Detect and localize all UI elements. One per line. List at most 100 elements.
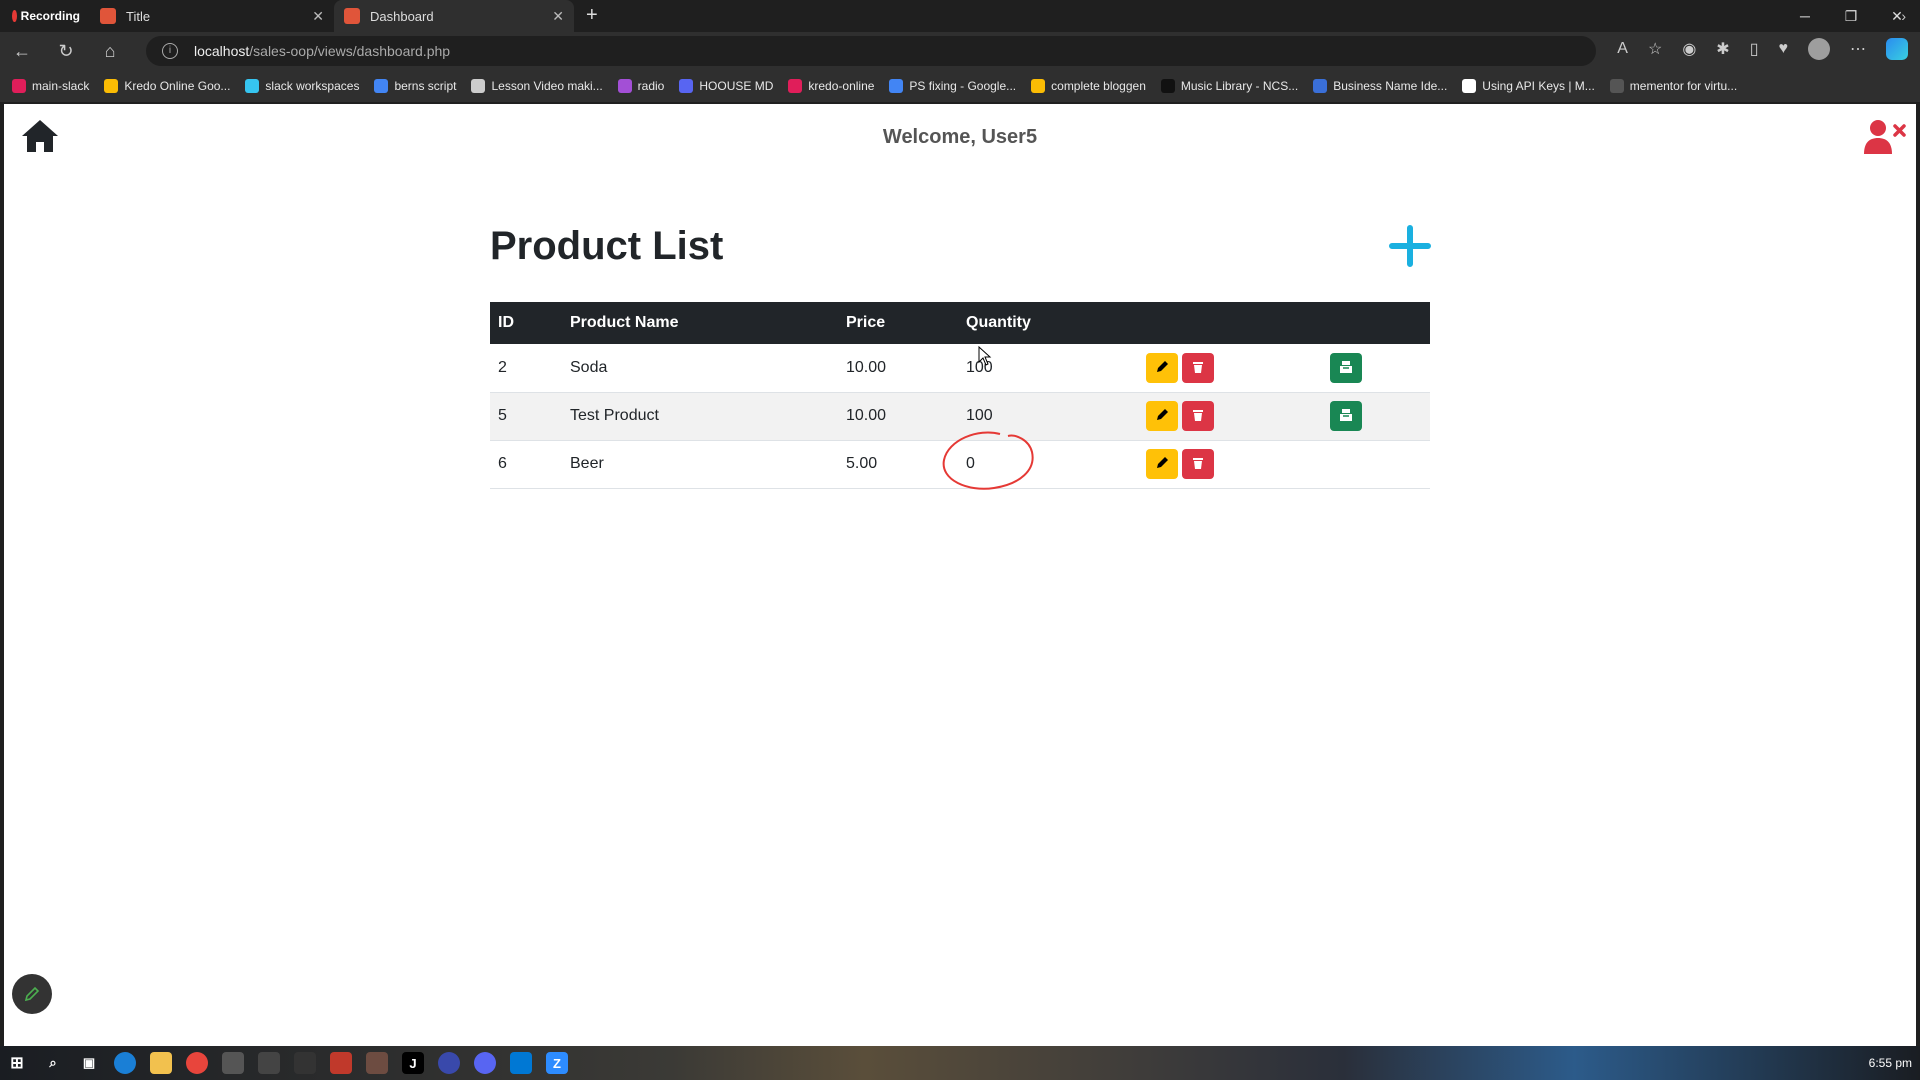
app-icon[interactable]: [438, 1052, 460, 1074]
browser-toolbar: ← ↻ ⌂ i localhost/sales-oop/views/dashbo…: [0, 32, 1920, 70]
search-icon[interactable]: ⌕: [42, 1052, 64, 1074]
jetbrains-icon[interactable]: J: [402, 1052, 424, 1074]
recording-label: Recording: [20, 9, 80, 23]
pencil-icon: [1157, 409, 1168, 420]
table-row: 2 Soda 10.00 100: [490, 344, 1430, 392]
edit-button[interactable]: [1146, 401, 1178, 431]
file-explorer-icon[interactable]: [150, 1052, 172, 1074]
close-tab-icon[interactable]: ✕: [552, 8, 564, 25]
bookmark-favicon-icon: [1313, 79, 1328, 93]
cell-product-name: Beer: [570, 455, 604, 472]
bookmark-item[interactable]: kredo-online: [788, 79, 874, 93]
bookmark-item[interactable]: Music Library - NCS...: [1160, 79, 1298, 93]
bookmark-label: mementor for virtu...: [1629, 79, 1738, 93]
tab-title[interactable]: Title ✕: [90, 0, 334, 32]
bookmark-item[interactable]: Using API Keys | M...: [1462, 79, 1595, 93]
minimize-icon[interactable]: ─: [1782, 0, 1828, 32]
pencil-icon: [1157, 360, 1168, 372]
page-title: Product List: [490, 224, 724, 268]
home-nav-icon[interactable]: ⌂: [88, 41, 132, 62]
refresh-icon[interactable]: ↻: [44, 41, 88, 62]
discord-icon[interactable]: [474, 1052, 496, 1074]
site-info-icon[interactable]: i: [162, 43, 178, 59]
vscode-icon[interactable]: [510, 1052, 532, 1074]
profile-avatar[interactable]: [1808, 38, 1830, 60]
edit-button[interactable]: [1146, 449, 1178, 479]
bookmark-favicon-icon: [471, 79, 486, 93]
bookmark-item[interactable]: PS fixing - Google...: [889, 79, 1016, 93]
address-bar[interactable]: i localhost/sales-oop/views/dashboard.ph…: [146, 36, 1596, 66]
bookmark-label: PS fixing - Google...: [909, 79, 1017, 93]
close-tab-icon[interactable]: ✕: [312, 8, 324, 25]
bookmark-item[interactable]: berns script: [374, 79, 456, 93]
bookmark-label: berns script: [394, 79, 457, 93]
recording-indicator: Recording: [0, 0, 90, 32]
bookmark-label: Using API Keys | M...: [1482, 79, 1595, 93]
bookmark-item[interactable]: radio: [617, 79, 665, 93]
cash-register-icon: [1340, 360, 1352, 373]
buy-button[interactable]: [1330, 352, 1362, 383]
user-logout-icon[interactable]: [1862, 118, 1906, 156]
read-aloud-icon[interactable]: A: [1617, 40, 1628, 58]
windows-start-icon[interactable]: ⊞: [6, 1052, 28, 1074]
cell-buy: [1322, 440, 1430, 488]
more-menu-icon[interactable]: ⋯: [1850, 39, 1866, 59]
welcome-message: Welcome, User5: [882, 126, 1038, 148]
bookmark-label: HOOUSE MD: [699, 79, 774, 93]
bookmark-favicon-icon: [1462, 79, 1477, 93]
cell-price: 10.00: [846, 358, 887, 376]
bookmark-label: kredo-online: [808, 79, 875, 93]
edge-icon[interactable]: [114, 1052, 136, 1074]
bookmark-item[interactable]: Business Name Ide...: [1313, 79, 1447, 93]
new-tab-button[interactable]: +: [574, 0, 610, 32]
cell-actions: [1138, 440, 1322, 488]
bookmark-label: complete bloggen: [1051, 79, 1146, 93]
extensions-puzzle-icon[interactable]: ✱: [1716, 39, 1729, 59]
trash-icon: [1193, 361, 1203, 373]
tab-dashboard[interactable]: Dashboard ✕: [334, 0, 574, 32]
app-icon[interactable]: [258, 1052, 280, 1074]
chrome-icon[interactable]: [186, 1052, 208, 1074]
app-icon[interactable]: [294, 1052, 316, 1074]
edit-button[interactable]: [1146, 352, 1178, 383]
add-product-icon[interactable]: [1388, 224, 1432, 268]
floating-edit-button[interactable]: [12, 974, 52, 1014]
back-icon[interactable]: ←: [0, 41, 44, 62]
close-window-icon[interactable]: ✕: [1874, 0, 1920, 32]
bookmark-item[interactable]: HOOUSE MD: [679, 79, 773, 93]
bookmark-label: Business Name Ide...: [1333, 79, 1448, 93]
bookmark-item[interactable]: slack workspaces: [245, 79, 359, 93]
delete-button[interactable]: [1182, 401, 1214, 431]
column-header-quantity: Quantity: [966, 314, 1031, 331]
table-header-row: ID Product Name Price Quantity: [490, 302, 1430, 344]
bookmark-item[interactable]: Lesson Video maki...: [471, 79, 603, 93]
restore-icon[interactable]: ❐: [1828, 0, 1874, 32]
cell-buy: [1322, 392, 1430, 440]
delete-button[interactable]: [1182, 449, 1214, 479]
bookmarks-overflow-icon[interactable]: ›: [1901, 8, 1906, 24]
bookmark-item[interactable]: Kredo Online Goo...: [104, 79, 230, 93]
column-header-actions: [1138, 302, 1322, 344]
copilot-icon[interactable]: [1886, 38, 1908, 60]
bookmark-item[interactable]: main-slack: [12, 79, 89, 93]
bookmark-item[interactable]: mementor for virtu...: [1609, 79, 1738, 93]
zoom-icon[interactable]: Z: [546, 1052, 568, 1074]
favorite-star-icon[interactable]: ☆: [1648, 39, 1662, 59]
cell-actions: [1138, 344, 1322, 392]
cell-product-name: Soda: [570, 358, 608, 376]
extension-icon[interactable]: ◉: [1682, 39, 1696, 59]
browser-essentials-icon[interactable]: ♥: [1779, 40, 1789, 58]
cell-buy: [1322, 344, 1430, 392]
bookmarks-bar: main-slack Kredo Online Goo... slack works…: [0, 70, 1920, 102]
bookmark-label: radio: [637, 79, 665, 93]
buy-button[interactable]: [1330, 401, 1362, 431]
xampp-favicon-icon: [344, 8, 360, 24]
cell-id: 5: [498, 407, 507, 424]
bookmark-item[interactable]: complete bloggen: [1031, 79, 1146, 93]
app-icon[interactable]: [366, 1052, 388, 1074]
xampp-icon[interactable]: [330, 1052, 352, 1074]
task-view-icon[interactable]: ▣: [78, 1052, 100, 1074]
delete-button[interactable]: [1182, 352, 1214, 383]
app-icon[interactable]: [222, 1052, 244, 1074]
split-screen-icon[interactable]: ▯: [1750, 39, 1759, 59]
